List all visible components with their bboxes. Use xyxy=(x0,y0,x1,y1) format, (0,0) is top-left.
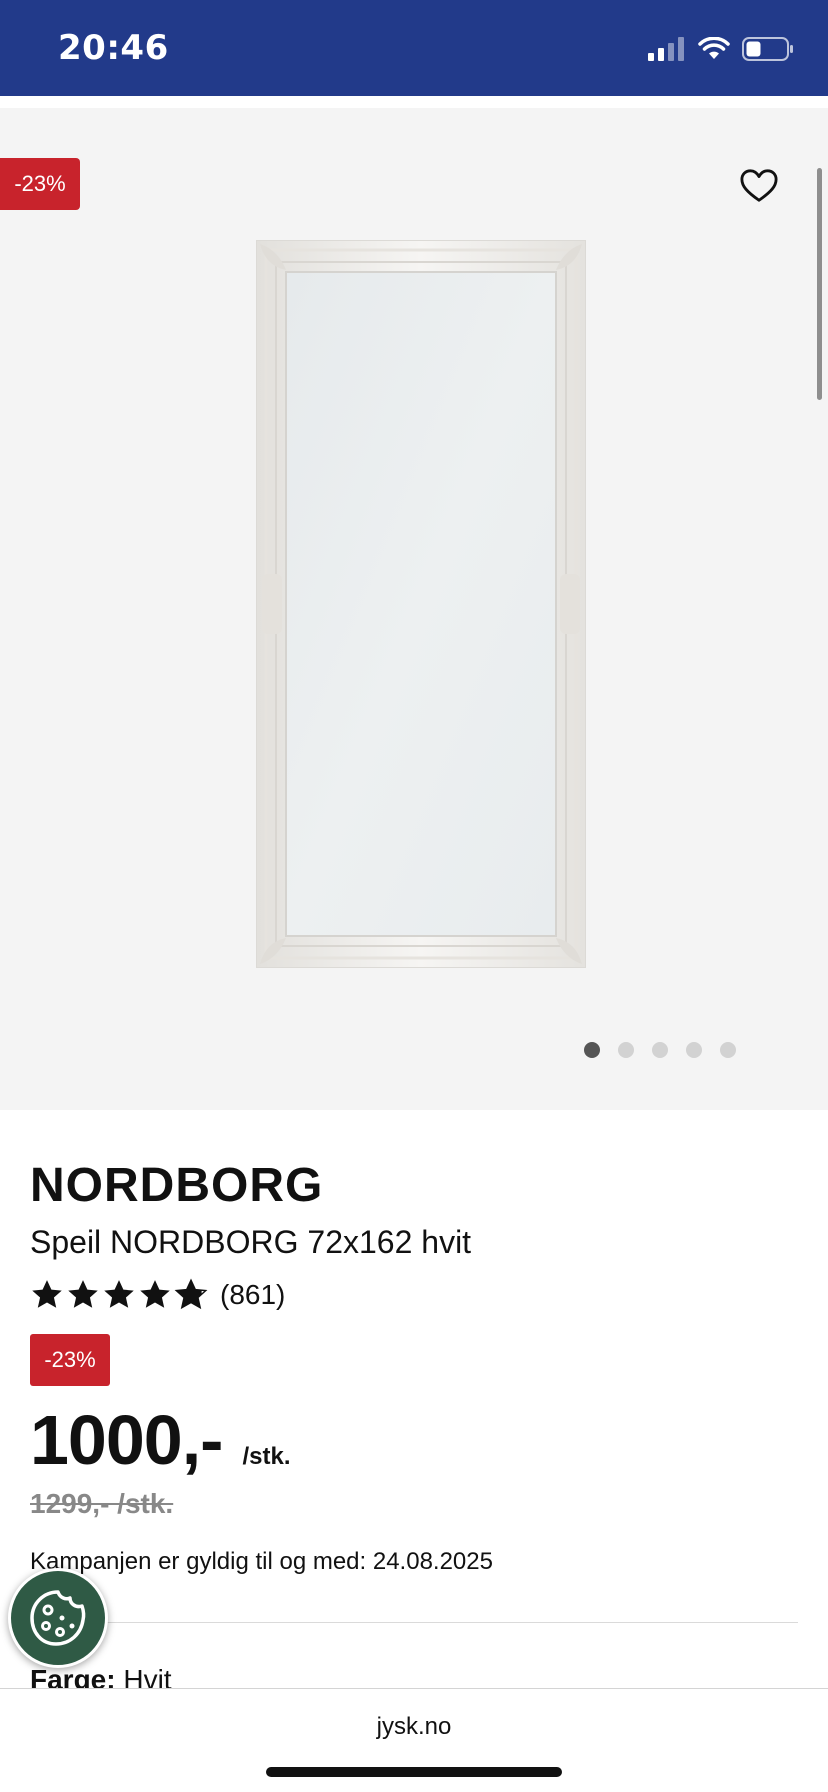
review-count[interactable]: (861) xyxy=(220,1279,285,1311)
carousel-dots xyxy=(584,1042,736,1058)
price-unit: /stk. xyxy=(242,1443,291,1470)
carousel-dot[interactable] xyxy=(720,1042,736,1058)
star-icon xyxy=(140,1280,170,1308)
carousel-dot[interactable] xyxy=(652,1042,668,1058)
partial-star-icon xyxy=(174,1278,208,1310)
heart-outline-icon[interactable] xyxy=(740,168,778,204)
divider xyxy=(30,1622,798,1623)
carousel-dot[interactable] xyxy=(584,1042,600,1058)
cookie-settings-button[interactable] xyxy=(8,1568,108,1668)
old-price: 1299,- /stk. xyxy=(30,1488,174,1519)
url-bar[interactable]: jysk.no xyxy=(0,1713,828,1741)
rating-stars xyxy=(30,1278,208,1312)
image-discount-badge: -23% xyxy=(0,158,80,210)
star-icon xyxy=(68,1280,98,1308)
star-icon xyxy=(104,1280,134,1308)
home-indicator[interactable] xyxy=(266,1767,562,1777)
discount-badge: -23% xyxy=(30,1334,110,1386)
image-scroll-indicator xyxy=(817,168,822,400)
carousel-dot[interactable] xyxy=(618,1042,634,1058)
price-row: 1000,- /stk. xyxy=(30,1400,291,1480)
wifi-icon xyxy=(698,37,730,59)
product-name: Speil NORDBORG 72x162 hvit xyxy=(30,1224,472,1260)
carousel-dot[interactable] xyxy=(686,1042,702,1058)
browser-bottom-bar: jysk.no xyxy=(0,1688,828,1792)
status-gap xyxy=(0,96,828,108)
status-bar: 20:46 xyxy=(0,0,828,96)
battery-icon xyxy=(742,37,793,61)
star-icon xyxy=(32,1280,62,1308)
rating-row[interactable]: (861) xyxy=(30,1278,285,1312)
status-icons xyxy=(648,32,794,66)
product-brand: NORDBORG xyxy=(30,1159,324,1212)
product-image-gallery[interactable]: -23% xyxy=(0,108,828,1110)
current-price: 1000,- xyxy=(30,1401,223,1479)
status-time: 20:46 xyxy=(58,28,169,68)
cellular-signal-icon xyxy=(648,37,684,61)
campaign-validity: Kampanjen er gyldig til og med: 24.08.20… xyxy=(30,1548,493,1575)
cookie-icon xyxy=(30,1590,86,1646)
product-image[interactable] xyxy=(256,240,586,968)
